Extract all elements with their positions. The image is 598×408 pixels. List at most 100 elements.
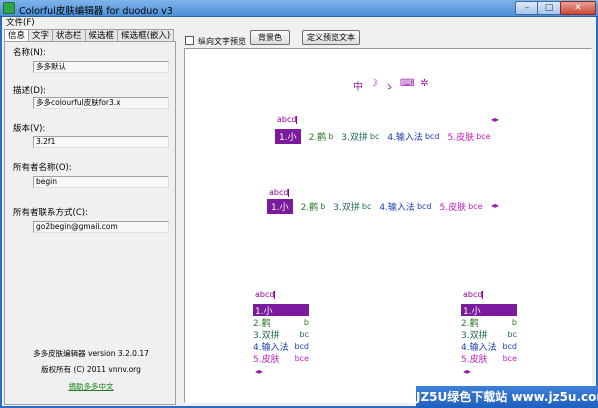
candidate-code: bc — [507, 329, 517, 339]
candidate-item[interactable]: 5.皮肤 bce — [448, 130, 491, 143]
candidate-code: bc — [299, 329, 309, 339]
candidate-item[interactable]: 3.双拼 bc — [333, 200, 371, 213]
candidate-item[interactable]: 2.鹳 b — [309, 130, 334, 143]
tab-candidate-embedded[interactable]: 候选框(嵌入) — [117, 29, 175, 41]
page-arrows-icon-3: ◂▸ — [255, 367, 264, 376]
caret — [274, 290, 276, 299]
candidate-code: bc — [361, 202, 372, 211]
desc-label: 描述(D): — [13, 86, 47, 96]
name-label: 名称(N): — [13, 48, 46, 58]
candidate-label: 1.小 — [279, 133, 297, 143]
right-panel: 纵向文字预览 背景色 定义预览文本 中 ☽ ゝ ⌨ ✲ abcd ◂▸ 1.小 2… — [180, 27, 596, 406]
candidate-code: bcd — [424, 132, 440, 141]
version-field[interactable]: 3.2f1 — [33, 136, 169, 148]
page-arrows-icon-4: ◂▸ — [463, 367, 472, 376]
candidate-code: bc — [369, 132, 380, 141]
background-color-button[interactable]: 背景色 — [250, 30, 290, 45]
candidate-item[interactable]: 4.输入法 bcd — [461, 340, 517, 353]
candidate-code: b — [511, 317, 517, 327]
keyboard-icon: ⌨ — [399, 78, 415, 89]
desc-field[interactable]: 多多colourful皮肤for3.x — [33, 97, 169, 109]
chinese-mode-icon: 中 — [353, 82, 363, 93]
page-arrows-icon-1: ◂▸ — [491, 115, 500, 124]
minimize-button[interactable]: – — [515, 1, 539, 15]
app-icon — [3, 2, 15, 14]
name-field[interactable]: 多多默认 — [33, 61, 169, 73]
candidate-code: b — [320, 202, 326, 211]
moon-icon: ☽ — [369, 78, 378, 89]
candidate-row-1: 1.小 2.鹳 b 3.双拼 bc 4.输入法 bcd 5.皮肤 bce — [275, 129, 499, 144]
candidate-row-2: 1.小 2.鹳 b 3.双拼 bc 4.输入法 bcd 5.皮肤 bce — [267, 199, 491, 214]
close-button[interactable]: ✕ — [560, 1, 596, 15]
candidate-column-2: 1.小 2.鹳 b 3.双拼 bc 4.输入法 bcd 5.皮肤 bce — [461, 304, 517, 365]
candidate-label: 1.小 — [271, 203, 289, 213]
caret — [296, 115, 298, 124]
candidate-label: 3.双拼 — [341, 133, 368, 143]
tab-text[interactable]: 文字 — [28, 29, 54, 41]
candidate-label: 2.鹳 — [300, 203, 319, 213]
donate-row: 捐助多多中文 — [5, 381, 177, 392]
candidate-code: bcd — [294, 341, 309, 351]
left-panel: 信息 文字 状态栏 候选框 候选框(嵌入) 名称(N): 多多默认 描述(D):… — [2, 27, 178, 406]
candidate-item[interactable]: 4.输入法 bcd — [387, 130, 439, 143]
owner-field[interactable]: begin — [33, 176, 169, 188]
input-code-2: abcd — [269, 188, 290, 197]
candidate-label: 3.双拼 — [333, 203, 360, 213]
input-code-1: abcd — [277, 115, 298, 124]
settings-icon: ✲ — [420, 78, 429, 89]
candidate-item[interactable]: 3.双拼 bc — [341, 130, 379, 143]
candidate-item[interactable]: 4.输入法 bcd — [253, 340, 309, 353]
candidate-label: 5.皮肤 — [253, 354, 280, 365]
site-watermark: JZ5U绿色下载站 www.jz5u.com — [416, 386, 598, 408]
tab-candidate[interactable]: 候选框 — [84, 29, 119, 41]
version-label: 版本(V): — [13, 124, 46, 134]
title-bar: Colorful皮肤编辑器 for duoduo v3 – □ ✕ — [0, 0, 598, 17]
candidate-item[interactable]: 2.鹳 b — [301, 200, 326, 213]
candidate-label: 5.皮肤 — [439, 203, 467, 213]
candidate-item[interactable]: 2.鹳 b — [461, 316, 517, 329]
candidate-code: bce — [502, 353, 517, 363]
candidate-item[interactable]: 4.输入法 bcd — [379, 200, 431, 213]
caret — [288, 188, 290, 197]
preview-canvas: 中 ☽ ゝ ⌨ ✲ abcd ◂▸ 1.小 2.鹳 b 3.双拼 bc 4.输入法 bcd 5… — [184, 48, 592, 403]
punctuation-icon: ゝ — [383, 82, 394, 93]
candidate-code: bce — [294, 353, 309, 363]
donate-link[interactable]: 捐助多多中文 — [69, 382, 114, 391]
input-code-3: abcd — [255, 290, 276, 299]
app-version-text: 多多皮肤编辑器 version 3.2.0.17 — [33, 349, 149, 358]
candidate-label: 4.输入法 — [379, 203, 415, 213]
vertical-preview-label: 纵向文字预览 — [198, 37, 246, 46]
tab-statusbar[interactable]: 状态栏 — [52, 29, 86, 41]
candidate-code: b — [303, 317, 309, 327]
candidate-item[interactable]: 1.小 — [267, 199, 293, 214]
caret — [482, 290, 484, 299]
candidate-item[interactable]: 5.皮肤 bce — [253, 352, 309, 365]
candidate-code: bcd — [416, 202, 432, 211]
candidate-item[interactable]: 3.双拼 bc — [461, 328, 517, 341]
candidate-item[interactable]: 1.小 — [275, 129, 301, 144]
candidate-label: 2.鹳 — [308, 133, 327, 143]
candidate-item[interactable]: 1.小 — [253, 304, 309, 317]
candidate-label: 5.皮肤 — [461, 354, 488, 365]
candidate-item[interactable]: 5.皮肤 bce — [461, 352, 517, 365]
candidate-label: 4.输入法 — [387, 133, 423, 143]
candidate-column-1: 1.小 2.鹳 b 3.双拼 bc 4.输入法 bcd 5.皮肤 bce — [253, 304, 309, 365]
candidate-item[interactable]: 2.鹳 b — [253, 316, 309, 329]
candidate-code: bce — [468, 202, 483, 211]
contact-field[interactable]: go2begin@gmail.com — [33, 221, 169, 233]
candidate-label: 5.皮肤 — [447, 133, 475, 143]
copyright-text: 版权所有 (C) 2011 vnnv.org — [41, 365, 141, 374]
candidate-item[interactable]: 5.皮肤 bce — [440, 200, 483, 213]
contact-label: 所有者联系方式(C): — [13, 208, 88, 218]
candidate-code: bce — [476, 132, 491, 141]
candidate-code: bcd — [502, 341, 517, 351]
page-arrows-icon-2: ◂▸ — [491, 201, 500, 210]
custom-preview-text-button[interactable]: 定义预览文本 — [302, 30, 360, 45]
menu-bar: 文件(F) — [2, 17, 596, 28]
window-title: Colorful皮肤编辑器 for duoduo v3 — [19, 6, 173, 17]
maximize-button[interactable]: □ — [537, 1, 561, 15]
vertical-preview-checkbox[interactable] — [185, 36, 194, 45]
candidate-item[interactable]: 1.小 — [461, 304, 517, 317]
window-client: 文件(F) 信息 文字 状态栏 候选框 候选框(嵌入) 名称(N): 多多默认 … — [2, 17, 596, 406]
candidate-item[interactable]: 3.双拼 bc — [253, 328, 309, 341]
